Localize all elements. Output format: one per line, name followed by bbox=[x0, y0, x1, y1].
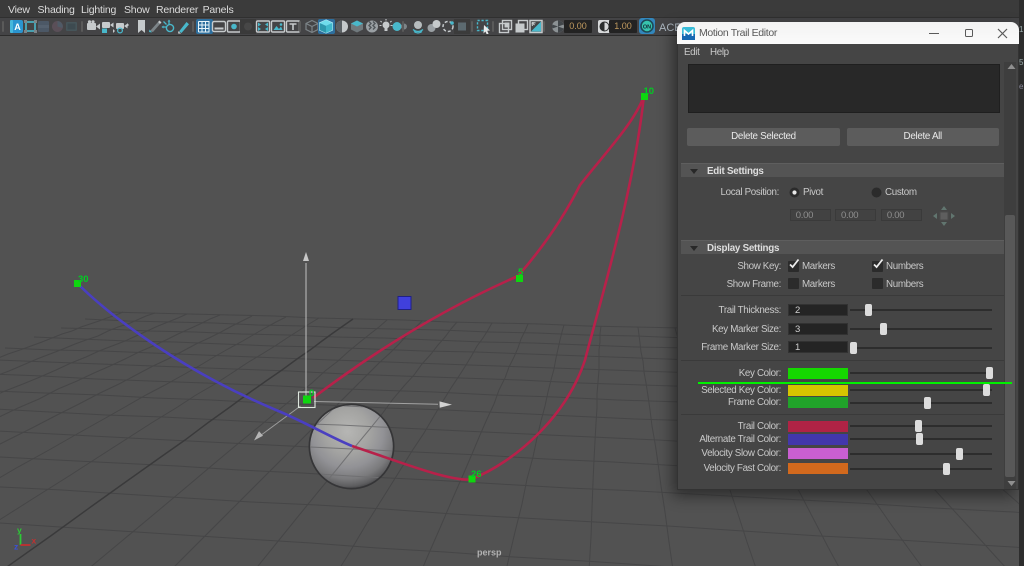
svg-text:5: 5 bbox=[518, 267, 524, 278]
svg-text:26: 26 bbox=[471, 469, 482, 480]
svg-text:30: 30 bbox=[78, 274, 89, 285]
svg-text:0: 0 bbox=[309, 388, 314, 399]
svg-text:y: y bbox=[17, 525, 22, 535]
svg-text:z: z bbox=[14, 542, 18, 552]
svg-text:persp: persp bbox=[477, 548, 502, 558]
svg-text:10: 10 bbox=[644, 86, 655, 97]
svg-text:x: x bbox=[32, 536, 37, 546]
